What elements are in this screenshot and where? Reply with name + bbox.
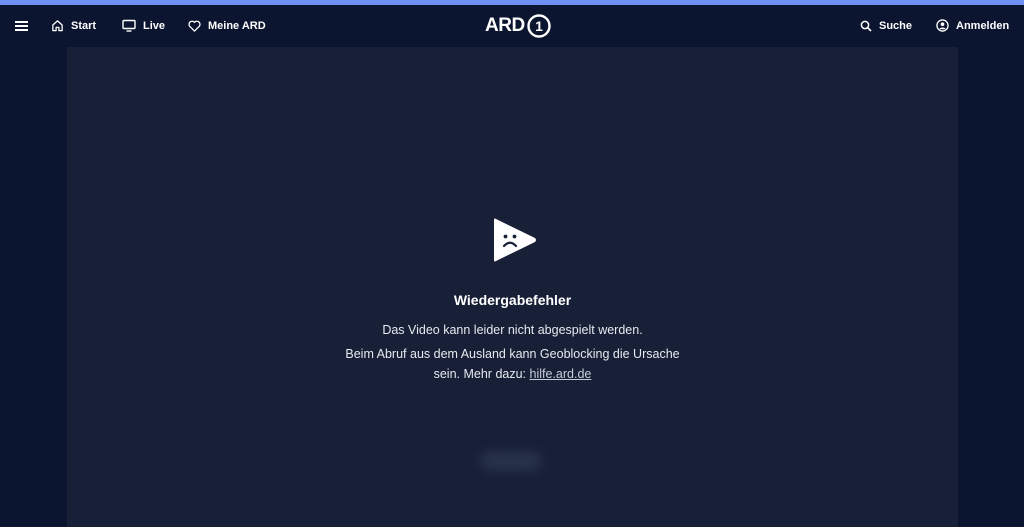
nav-live-label: Live — [143, 19, 166, 32]
error-message-line-1: Das Video kann leider nicht abgespielt w… — [382, 323, 643, 337]
nav-live[interactable]: Live — [122, 5, 165, 46]
hamburger-menu-icon — [15, 20, 28, 31]
ard-logo[interactable]: ARD 1 — [485, 14, 551, 38]
sad-play-icon — [494, 218, 536, 262]
login-label: Anmelden — [956, 19, 1010, 32]
blurred-retry-button[interactable] — [480, 451, 542, 471]
search-icon — [860, 20, 872, 32]
help-link[interactable]: hilfe.ard.de — [530, 367, 592, 381]
logo-text: ARD — [485, 15, 525, 36]
error-message-more-info: sein. Mehr dazu: — [433, 367, 527, 381]
error-message-line-3: sein. Mehr dazu: hilfe.ard.de — [67, 367, 958, 381]
search-button[interactable]: Suche — [860, 5, 912, 46]
video-player: Wiedergabefehler Das Video kann leider n… — [67, 47, 958, 527]
error-message-line-2: Beim Abruf aus dem Ausland kann Geoblock… — [345, 347, 680, 361]
nav-meine-ard-label: Meine ARD — [208, 19, 266, 32]
nav-start[interactable]: Start — [51, 5, 96, 46]
nav-start-label: Start — [71, 19, 97, 32]
logo-number: 1 — [535, 18, 543, 34]
nav-meine-ard[interactable]: Meine ARD — [188, 5, 266, 46]
error-title: Wiedergabefehler — [453, 292, 572, 308]
search-label: Suche — [879, 19, 913, 32]
login-button[interactable]: Anmelden — [936, 5, 1009, 46]
ard-one-logo-icon: 1 — [526, 14, 551, 38]
home-icon — [52, 20, 63, 32]
top-navigation-bar: Start Live Meine ARD ARD 1 Suche Anmelde… — [0, 5, 1024, 46]
menu-button[interactable] — [15, 5, 28, 46]
tv-icon — [122, 19, 136, 32]
user-icon — [936, 19, 949, 32]
heart-icon — [188, 20, 201, 32]
